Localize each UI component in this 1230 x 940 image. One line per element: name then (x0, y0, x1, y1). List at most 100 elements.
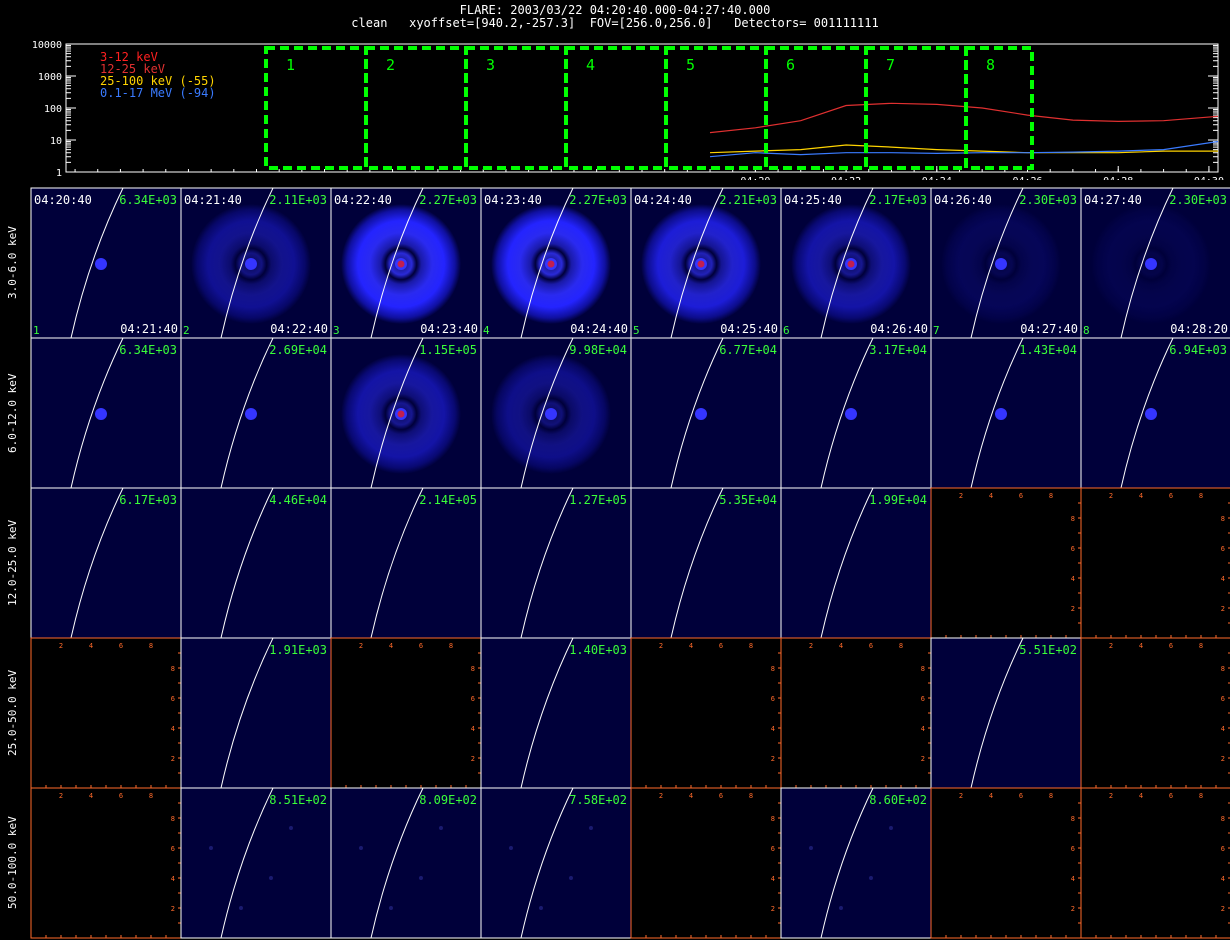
axis-tick-label: 4 (989, 792, 993, 800)
noise-speck (869, 876, 873, 880)
axis-tick-label: 8 (149, 642, 153, 650)
end-time: 04:22:40 (270, 322, 328, 336)
panel-frame (930, 637, 1082, 789)
image-panel: 1.27E+05 (480, 487, 632, 639)
axis-tick-label: 8 (771, 665, 775, 673)
noise-speck (889, 826, 893, 830)
axis-tick-label: 4 (1221, 875, 1225, 883)
image-panel: 1.43E+04 (930, 337, 1082, 489)
image-panel: 2 2 4 4 6 6 8 8 (630, 637, 782, 789)
energy-band-label: 25.0-50.0 keV (6, 669, 19, 756)
axis-tick-label: 8 (1049, 492, 1053, 500)
axis-tick-label: 8 (471, 665, 475, 673)
axis-tick-label: 6 (119, 642, 123, 650)
end-time: 04:28:20 (1170, 322, 1228, 336)
axis-tick-label: 2 (659, 642, 663, 650)
axis-tick-label: 6 (171, 845, 175, 853)
image-panel: 1.15E+05 (330, 337, 482, 489)
axis-tick-label: 2 (1221, 755, 1225, 763)
axis-tick-label: 4 (471, 725, 475, 733)
axis-tick-label: 8 (1221, 665, 1225, 673)
axis-tick-label: 8 (1199, 792, 1203, 800)
image-panel: 3.17E+04 (780, 337, 932, 489)
axis-tick-label: 4 (989, 492, 993, 500)
noise-speck (389, 906, 393, 910)
axis-tick-label: 6 (171, 695, 175, 703)
axis-tick-label: 6 (1221, 695, 1225, 703)
image-panel: 2.30E+03 04:26:40 04:27:40 7 (930, 187, 1082, 339)
max-value: 2.27E+03 (419, 193, 477, 207)
image-panel: 1.40E+03 (480, 637, 632, 789)
panel-frame (180, 487, 332, 639)
axis-tick-label: 6 (119, 792, 123, 800)
source-core (397, 410, 405, 418)
axis-tick-label: 8 (921, 665, 925, 673)
panel-frame (780, 787, 932, 939)
end-time: 04:25:40 (720, 322, 778, 336)
panel-frame (630, 487, 782, 639)
axis-tick-label: 8 (171, 815, 175, 823)
source-blob (695, 408, 707, 420)
start-time: 04:24:40 (634, 193, 692, 207)
empty-panel-frame (30, 637, 182, 789)
source-blob (245, 408, 257, 420)
max-value: 8.51E+02 (269, 793, 327, 807)
max-value: 1.27E+05 (569, 493, 627, 507)
axis-tick-label: 8 (449, 642, 453, 650)
axis-tick-label: 4 (89, 642, 93, 650)
end-time: 04:26:40 (870, 322, 928, 336)
axis-tick-label: 6 (1019, 492, 1023, 500)
axis-tick-label: 4 (1221, 725, 1225, 733)
axis-tick-label: 4 (89, 792, 93, 800)
interval-index: 1 (33, 324, 40, 337)
noise-speck (569, 876, 573, 880)
source-blob (1145, 258, 1157, 270)
axis-tick-label: 6 (719, 792, 723, 800)
image-panel: 2 2 4 4 6 6 8 8 (30, 787, 182, 939)
max-value: 6.17E+03 (119, 493, 177, 507)
interval-index: 5 (633, 324, 640, 337)
noise-speck (269, 876, 273, 880)
axis-tick-label: 6 (471, 695, 475, 703)
noise-speck (209, 846, 213, 850)
image-panel: 2.21E+03 04:24:40 04:25:40 5 (630, 187, 782, 339)
empty-panel-frame (630, 787, 782, 939)
axis-tick-label: 6 (869, 642, 873, 650)
image-panel: 6.17E+03 (30, 487, 182, 639)
max-value: 2.21E+03 (719, 193, 777, 207)
axis-tick-label: 4 (771, 725, 775, 733)
axis-tick-label: 2 (171, 905, 175, 913)
empty-panel-frame (930, 487, 1082, 639)
axis-tick-label: 2 (1221, 905, 1225, 913)
noise-speck (239, 906, 243, 910)
max-value: 4.46E+04 (269, 493, 327, 507)
image-panel: 2 2 4 4 6 6 8 8 (30, 637, 182, 789)
axis-tick-label: 4 (171, 725, 175, 733)
panel-frame (780, 487, 932, 639)
axis-tick-label: 2 (1221, 605, 1225, 613)
axis-tick-label: 6 (719, 642, 723, 650)
source-blob (245, 258, 257, 270)
image-panel: 6.94E+03 (1080, 337, 1230, 489)
axis-tick-label: 4 (389, 642, 393, 650)
panel-frame (180, 787, 332, 939)
axis-tick-label: 8 (749, 642, 753, 650)
noise-speck (359, 846, 363, 850)
axis-tick-label: 2 (59, 792, 63, 800)
image-panel: 8.51E+02 (180, 787, 332, 939)
axis-tick-label: 8 (1071, 515, 1075, 523)
source-blob (545, 408, 557, 420)
empty-panel-frame (1080, 787, 1230, 939)
image-panel: 2 2 4 4 6 6 8 8 (330, 637, 482, 789)
max-value: 5.51E+02 (1019, 643, 1077, 657)
image-panel: 8.09E+02 (330, 787, 482, 939)
axis-tick-label: 4 (1071, 575, 1075, 583)
image-panel: 4.46E+04 (180, 487, 332, 639)
image-panel: 2.27E+03 04:22:40 04:23:40 3 (330, 187, 482, 339)
max-value: 8.09E+02 (419, 793, 477, 807)
source-core (697, 260, 705, 268)
max-value: 1.15E+05 (419, 343, 477, 357)
image-panel: 9.98E+04 (480, 337, 632, 489)
energy-band-label: 12.0-25.0 keV (6, 519, 19, 606)
axis-tick-label: 6 (419, 642, 423, 650)
